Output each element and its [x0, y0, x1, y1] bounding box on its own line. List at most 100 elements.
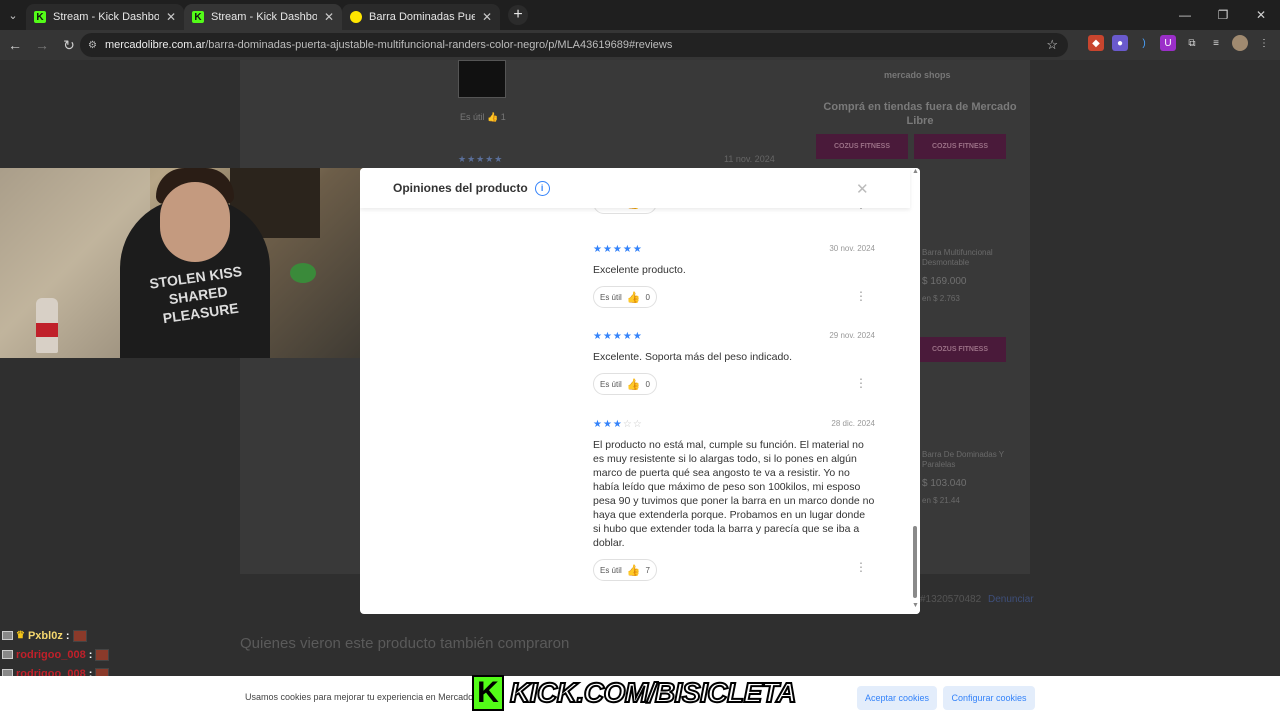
webcam-shirt-print: STOLEN KISS SHARED PLEASURE [148, 262, 243, 327]
helpful-count: 0 [645, 292, 650, 302]
tab-search-chevron-icon[interactable]: ⌄ [0, 0, 26, 30]
chat-username: rodrigoo_008 [16, 648, 86, 661]
helpful-button[interactable]: Es útil 👍 0 [593, 286, 657, 308]
tab-title: Barra Dominadas Puerta Ajusta [369, 11, 475, 23]
extension-icon[interactable]: ● [1112, 35, 1128, 51]
kick-favicon-icon: K [34, 11, 46, 23]
extension-icon[interactable]: U [1160, 35, 1176, 51]
review-text: El producto no está mal, cumple su funci… [593, 439, 875, 549]
tab-title: Stream - Kick Dashboard [53, 11, 159, 23]
new-tab-plus-icon[interactable]: + [508, 5, 528, 25]
review-more-kebab-icon[interactable]: ⋮ [855, 377, 867, 389]
chat-message: ♛ Pxbl0z: [2, 626, 109, 645]
review-item: ★★★☆☆ 28 dic. 2024 El producto no está m… [593, 419, 875, 581]
browser-menu-kebab-icon[interactable]: ⋮ [1256, 35, 1272, 51]
kick-logo-icon: K [472, 675, 504, 711]
also-bought-heading: Quienes vieron este producto también com… [240, 635, 570, 652]
review-more-kebab-icon[interactable]: ⋮ [855, 561, 867, 573]
chat-emote-icon [95, 648, 110, 661]
reviews-modal: Opiniones del producto i ✕ Es útil 👍 0 ⋮… [360, 168, 920, 614]
streamer-webcam: STOLEN KISS SHARED PLEASURE [0, 168, 366, 358]
kick-channel-overlay: K KICK.COM/BISICLETA [472, 672, 798, 714]
window-close-icon[interactable]: ✕ [1242, 0, 1280, 30]
back-arrow-icon[interactable]: ← [3, 33, 27, 57]
accept-cookies-button[interactable]: Aceptar cookies [857, 686, 937, 710]
site-info-icon[interactable]: ⚙ [88, 40, 97, 51]
tab-close-icon[interactable]: ✕ [166, 10, 176, 24]
helpful-button[interactable]: Es útil 👍 0 [593, 373, 657, 395]
mercadolibre-favicon-icon [350, 11, 362, 23]
scroll-down-arrow-icon[interactable]: ▼ [912, 602, 919, 609]
puzzle-extensions-icon[interactable]: ⧉ [1184, 35, 1200, 51]
sidebar-product-price: $ 103.040 [922, 478, 967, 489]
review-more-kebab-icon[interactable]: ⋮ [855, 290, 867, 302]
tab-close-icon[interactable]: ✕ [482, 10, 492, 24]
review-item: ★★★★★ 30 nov. 2024 Excelente producto. E… [593, 244, 875, 308]
browser-tab-2[interactable]: K Stream - Kick Dashboard ✕ [184, 4, 342, 30]
kick-channel-url: KICK.COM/BISICLETA [509, 676, 798, 709]
modal-title: Opiniones del producto [393, 181, 528, 195]
extension-icon[interactable]: ◆ [1088, 35, 1104, 51]
tab-title: Stream - Kick Dashboard [211, 11, 317, 23]
address-bar[interactable]: ⚙ mercadolibre.com.ar/barra-dominadas-pu… [80, 33, 1068, 57]
profile-avatar-icon[interactable] [1232, 35, 1248, 51]
extension-icon[interactable]: ) [1136, 35, 1152, 51]
review-photo-thumbnail[interactable] [458, 60, 506, 98]
helpful-label: Es útil [600, 565, 622, 575]
helpful-button[interactable]: Es útil 👍 7 [593, 559, 657, 581]
sidebar-product-name[interactable]: Barra Multifuncional Desmontable [922, 248, 1012, 268]
browser-tab-bar: ⌄ K Stream - Kick Dashboard ✕ K Stream -… [0, 0, 1280, 30]
sidebar-title: Comprá en tiendas fuera de Mercado Libre [823, 101, 1017, 127]
scroll-up-arrow-icon[interactable]: ▲ [912, 168, 919, 175]
webcam-head [160, 182, 230, 262]
sidebar-product-price: $ 169.000 [922, 276, 967, 287]
chat-username: Pxbl0z [27, 629, 63, 642]
denunciar-link[interactable]: Denunciar [988, 594, 1034, 605]
review-text: Excelente. Soporta más del peso indicado… [593, 351, 793, 363]
sidebar-product-installments: en $ 2.763 [922, 294, 960, 303]
chat-message: rodrigoo_008: [2, 645, 110, 664]
review-item: ★★★★★ 29 nov. 2024 Excelente. Soporta má… [593, 331, 875, 395]
info-icon[interactable]: i [534, 180, 550, 196]
review-text: Excelente producto. [593, 264, 686, 276]
browser-toolbar: ← → ↻ ⚙ mercadolibre.com.ar/barra-domina… [0, 30, 1280, 60]
publication-number: #1320570482 [920, 594, 982, 605]
bookmark-star-icon[interactable]: ☆ [1046, 37, 1058, 53]
reload-icon[interactable]: ↻ [57, 33, 81, 57]
minimize-icon[interactable]: — [1166, 0, 1204, 30]
helpful-label: Es útil [600, 292, 622, 302]
forward-arrow-icon[interactable]: → [30, 33, 54, 57]
background-review-date: 11 nov. 2024 [724, 154, 775, 164]
sidebar-product-name[interactable]: Barra De Dominadas Y Paralelas [922, 450, 1012, 470]
url-domain: mercadolibre.com.ar [104, 39, 206, 51]
shop-badge: COZUS FITNESS [914, 134, 1006, 159]
kick-favicon-icon: K [192, 11, 204, 23]
thumbs-up-icon: 👍 [626, 564, 641, 577]
url-path: /barra-dominadas-puerta-ajustable-multif… [205, 39, 673, 51]
scrollbar-thumb[interactable] [913, 526, 917, 598]
close-icon[interactable]: ✕ [856, 180, 869, 198]
helpful-label: Es útil [600, 379, 622, 389]
chat-emote-icon [72, 629, 87, 642]
restore-icon[interactable]: ❐ [1204, 0, 1242, 30]
helpful-count: 0 [645, 379, 650, 389]
modal-header: Opiniones del producto i ✕ [360, 168, 910, 208]
modal-scrollbar[interactable]: ▲ ▼ [910, 168, 920, 614]
media-controls-icon[interactable]: ≡ [1208, 35, 1224, 51]
sidebar-product-installments: en $ 21.44 [922, 496, 960, 505]
shop-badge: COZUS FITNESS [816, 134, 908, 159]
tab-close-icon[interactable]: ✕ [324, 10, 334, 24]
mercado-shops-logo: mercado shops [884, 70, 951, 80]
browser-tab-3[interactable]: Barra Dominadas Puerta Ajusta ✕ [342, 4, 500, 30]
chat-badge-icon [2, 631, 13, 640]
window-controls: — ❐ ✕ [1166, 0, 1280, 30]
chat-badge-icon [2, 650, 13, 659]
extensions-area: ◆ ● ) U ⧉ ≡ ⋮ [1088, 35, 1272, 51]
background-util-label: Es útil 👍 1 [460, 112, 506, 122]
thumbs-up-icon: 👍 [626, 291, 641, 304]
configure-cookies-button[interactable]: Configurar cookies [943, 686, 1035, 710]
helpful-count: 7 [645, 565, 650, 575]
shop-badge: COZUS FITNESS [914, 337, 1006, 362]
browser-tab-1[interactable]: K Stream - Kick Dashboard ✕ [26, 4, 184, 30]
background-review-stars: ★★★★★ [458, 154, 504, 164]
